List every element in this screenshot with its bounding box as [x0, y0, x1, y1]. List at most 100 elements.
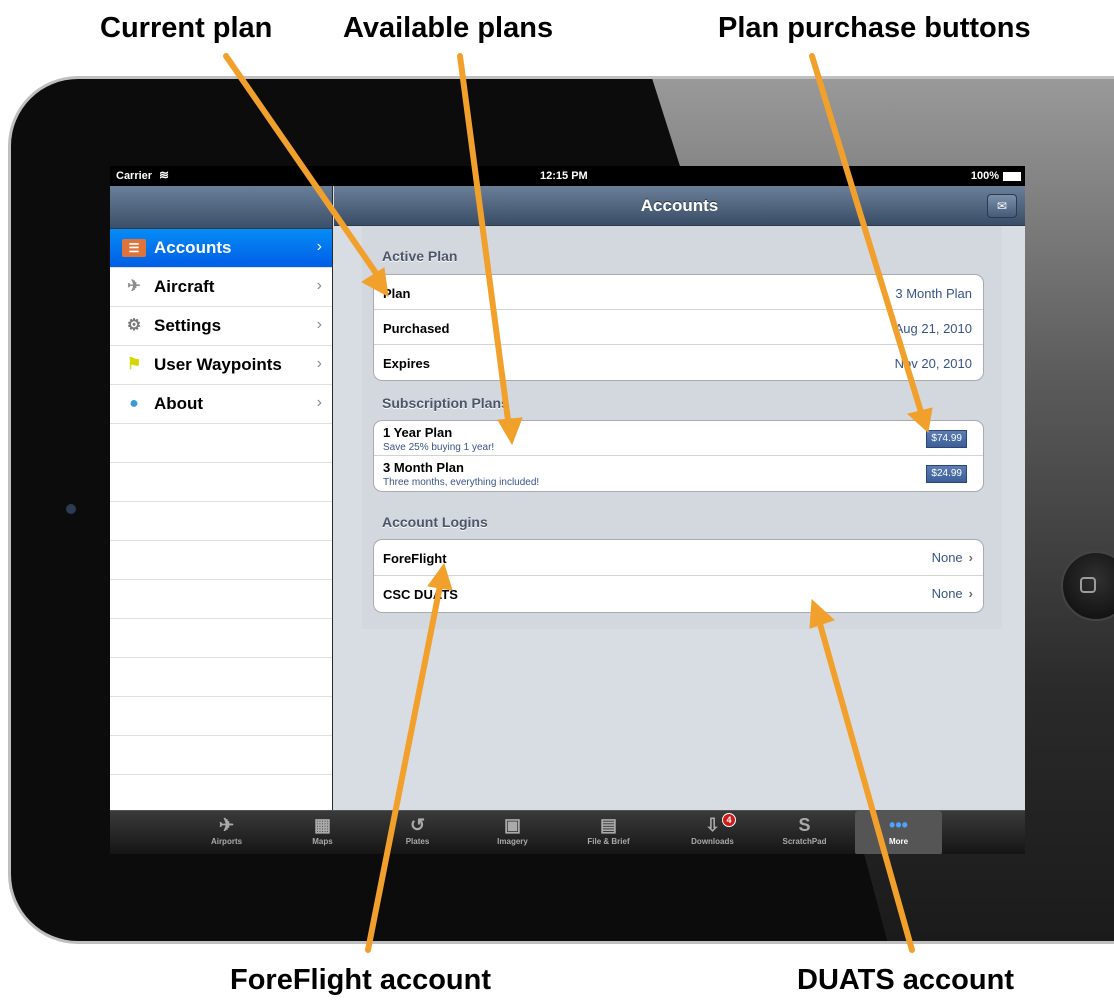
buy-3-month-button[interactable]: $24.99 [926, 465, 967, 483]
imagery-icon: ▣ [503, 815, 521, 835]
row-label: ForeFlight [383, 551, 447, 566]
empty-row [110, 775, 332, 814]
empty-row [110, 463, 332, 502]
sidebar-item-about[interactable]: ● About › [110, 385, 332, 424]
plan-name: 1 Year Plan [383, 425, 453, 440]
flag-icon: ⚑ [126, 356, 142, 373]
tab-airports[interactable]: ✈ Airports [180, 811, 273, 854]
carrier-label: Carrier [116, 170, 153, 182]
empty-row [110, 580, 332, 619]
tab-file-brief[interactable]: ▤ File & Brief [562, 811, 655, 854]
empty-row [110, 619, 332, 658]
row-value: None › [931, 586, 973, 601]
row-value: Aug 21, 2010 [894, 321, 972, 336]
empty-row [110, 697, 332, 736]
row-label: Plan [383, 286, 411, 301]
download-icon: ⇩ [704, 815, 721, 835]
plan-row-3-month: 3 Month Plan Three months, everything in… [374, 456, 983, 491]
sidebar-item-accounts[interactable]: ☰ Accounts › [110, 229, 332, 268]
empty-row [110, 502, 332, 541]
detail-nav-bar: Accounts ✉ [334, 186, 1025, 226]
tab-plates[interactable]: ↺ Plates [371, 811, 464, 854]
tab-imagery[interactable]: ▣ Imagery [466, 811, 559, 854]
airplane-icon: ✈ [127, 278, 141, 295]
expires-row: Expires Nov 20, 2010 [374, 345, 983, 380]
plan-description: Save 25% buying 1 year! [383, 442, 495, 453]
ipad-screen: Carrier ≋ 12:15 PM 100% ☰ Accounts › ✈ A… [110, 166, 1025, 854]
chevron-right-icon: › [968, 586, 973, 601]
clock: 12:15 PM [540, 170, 588, 182]
row-label: CSC DUATS [383, 587, 458, 602]
downloads-badge: 4 [722, 813, 736, 827]
chevron-right-icon: › [316, 316, 322, 333]
tab-maps[interactable]: ▦ Maps [276, 811, 369, 854]
chevron-right-icon: › [316, 238, 322, 255]
tab-more[interactable]: ••• More [855, 811, 942, 854]
battery-percent: 100% [970, 170, 999, 182]
section-header-active-plan: Active Plan [382, 248, 458, 264]
accounts-content: Active Plan Plan 3 Month Plan Purchased … [362, 226, 1002, 629]
row-value: None › [931, 550, 973, 565]
row-label: Purchased [383, 321, 450, 336]
callout-current-plan: Current plan [100, 12, 273, 44]
empty-row [110, 736, 332, 775]
wifi-icon: ≋ [159, 168, 170, 182]
callout-duats-account: DUATS account [797, 964, 1014, 996]
plates-icon: ↺ [409, 815, 426, 835]
row-label: Expires [383, 356, 430, 371]
sidebar-item-label: Settings [154, 316, 222, 335]
section-header-account-logins: Account Logins [382, 514, 488, 530]
tab-bar: ✈ Airports ▦ Maps ↺ Plates ▣ Imagery ▤ File &… [110, 810, 1025, 854]
sidebar-nav-bar [110, 186, 332, 229]
scratchpad-icon: S [798, 815, 811, 835]
login-row-csc-duats[interactable]: CSC DUATS None › [374, 576, 983, 612]
callout-purchase-buttons: Plan purchase buttons [718, 12, 1031, 44]
status-bar: Carrier ≋ 12:15 PM 100% [110, 166, 1025, 186]
sidebar-item-aircraft[interactable]: ✈ Aircraft › [110, 268, 332, 307]
active-plan-row: Plan 3 Month Plan [374, 275, 983, 310]
file-brief-icon: ▤ [599, 815, 617, 835]
empty-row [110, 424, 332, 463]
sidebar-item-label: Accounts [154, 238, 232, 257]
home-square-icon [1080, 577, 1096, 593]
callout-foreflight-account: ForeFlight account [230, 964, 491, 996]
subscription-plans-group: 1 Year Plan Save 25% buying 1 year! $74.… [373, 420, 984, 492]
tab-downloads[interactable]: ⇩ Downloads 4 [666, 811, 759, 854]
plan-description: Three months, everything included! [383, 477, 540, 488]
sidebar-item-label: User Waypoints [154, 355, 282, 374]
chevron-right-icon: › [316, 355, 322, 372]
mail-button[interactable]: ✉ [987, 194, 1017, 218]
section-header-subscription-plans: Subscription Plans [382, 395, 509, 411]
sidebar-item-user-waypoints[interactable]: ⚑ User Waypoints › [110, 346, 332, 385]
sidebar-item-settings[interactable]: ⚙ Settings › [110, 307, 332, 346]
more-icon: ••• [889, 815, 908, 835]
sidebar: ☰ Accounts › ✈ Aircraft › ⚙ Settings › ⚑… [110, 186, 333, 814]
sidebar-item-label: Aircraft [154, 277, 215, 296]
plan-row-1-year: 1 Year Plan Save 25% buying 1 year! $74.… [374, 421, 983, 456]
empty-row [110, 541, 332, 580]
envelope-icon: ✉ [996, 199, 1008, 213]
map-icon: ▦ [313, 815, 331, 835]
battery-icon [1003, 172, 1021, 181]
airport-icon: ✈ [218, 815, 235, 835]
purchased-row: Purchased Aug 21, 2010 [374, 310, 983, 345]
buy-1-year-button[interactable]: $74.99 [926, 430, 967, 448]
callout-available-plans: Available plans [343, 12, 554, 44]
plan-name: 3 Month Plan [383, 460, 464, 475]
active-plan-group: Plan 3 Month Plan Purchased Aug 21, 2010… [373, 274, 984, 381]
row-value: Nov 20, 2010 [894, 356, 972, 371]
camera-icon [66, 504, 76, 514]
chevron-right-icon: › [316, 277, 322, 294]
sidebar-item-label: About [154, 394, 204, 413]
row-value: 3 Month Plan [895, 286, 972, 301]
chevron-right-icon: › [316, 394, 322, 411]
detail-pane: Accounts ✉ Active Plan Plan 3 Month Plan… [334, 186, 1025, 810]
id-card-icon: ☰ [122, 239, 146, 257]
tab-scratchpad[interactable]: S ScratchPad [758, 811, 851, 854]
empty-row [110, 658, 332, 697]
chevron-right-icon: › [968, 550, 973, 565]
info-icon: ● [129, 395, 139, 412]
gear-icon: ⚙ [126, 317, 142, 334]
login-row-foreflight[interactable]: ForeFlight None › [374, 540, 983, 576]
page-title: Accounts [640, 196, 719, 215]
